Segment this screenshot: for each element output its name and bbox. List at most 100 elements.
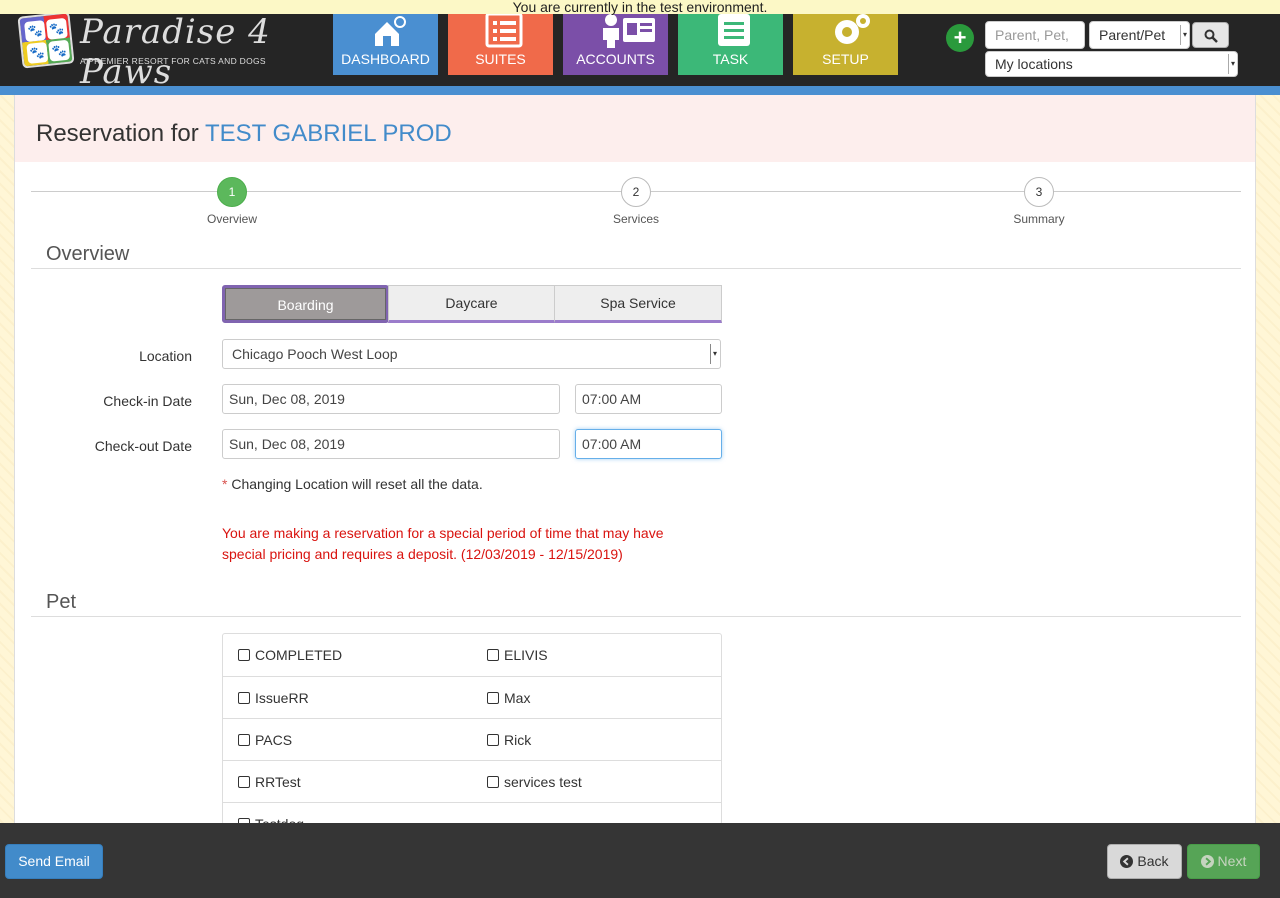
pet-name: COMPLETED	[255, 647, 343, 663]
nav-setup-label: SETUP	[822, 51, 869, 67]
nav-task-button[interactable]: TASK	[678, 14, 783, 75]
checkbox-icon	[238, 734, 250, 746]
locations-select[interactable]: My locations ▾	[985, 51, 1238, 77]
step-1-label: Overview	[206, 212, 257, 226]
pet-checkbox[interactable]: COMPLETED	[238, 647, 342, 663]
reservation-panel: Reservation for TEST GABRIEL PROD 1 Over…	[14, 95, 1256, 825]
pet-row: IssueRR Max	[223, 676, 721, 718]
nav-accounts-button[interactable]: ACCOUNTS	[563, 14, 668, 75]
locations-value: My locations	[995, 56, 1073, 72]
nav-setup-button[interactable]: SETUP	[793, 14, 898, 75]
pet-checkbox[interactable]: RRTest	[238, 774, 301, 790]
checkin-time-input[interactable]: 07:00 AM	[575, 384, 722, 414]
search-type-select[interactable]: Parent/Pet ▾	[1089, 21, 1190, 49]
location-label: Location	[139, 348, 192, 364]
search-type-value: Parent/Pet	[1099, 27, 1166, 43]
special-period-warning: You are making a reservation for a speci…	[222, 525, 664, 562]
nav-suites-button[interactable]: SUITES	[448, 12, 553, 75]
chevron-down-icon: ▾	[710, 344, 719, 364]
action-footer: Send Email Back Next	[0, 823, 1280, 898]
customer-name-link[interactable]: TEST GABRIEL PROD	[205, 120, 452, 147]
chevron-down-icon: ▾	[1180, 25, 1189, 45]
house-tag-icon	[369, 14, 406, 48]
pet-heading: Pet	[46, 591, 77, 613]
pet-name: PACS	[255, 732, 293, 748]
clipboard-icon	[714, 14, 750, 48]
location-value: Chicago Pooch West Loop	[232, 346, 398, 362]
page-header: Reservation for TEST GABRIEL PROD	[15, 95, 1255, 162]
overview-divider	[31, 268, 1241, 269]
checkbox-icon	[487, 776, 499, 788]
nav-dashboard-label: DASHBOARD	[341, 51, 430, 67]
pet-name: services test	[504, 774, 582, 790]
add-plus-icon[interactable]: +	[946, 24, 974, 52]
brand-tagline: A PREMIER RESORT FOR CATS AND DOGS	[80, 56, 266, 66]
nav-task-label: TASK	[712, 51, 749, 67]
checkbox-icon	[238, 776, 250, 788]
step-3-label: Summary	[1013, 212, 1065, 226]
required-star: *	[222, 476, 228, 492]
pet-checkbox[interactable]: PACS	[238, 732, 292, 748]
next-button[interactable]: Next	[1187, 844, 1260, 879]
checkbox-icon	[238, 692, 250, 704]
pet-checkbox[interactable]: Rick	[487, 732, 531, 748]
arrow-left-circle-icon	[1120, 855, 1134, 868]
nav-dashboard-button[interactable]: DASHBOARD	[333, 14, 438, 75]
back-label: Back	[1137, 853, 1169, 869]
tab-boarding[interactable]: Boarding	[222, 285, 389, 323]
pet-name: Rick	[504, 732, 532, 748]
arrow-right-circle-icon	[1200, 855, 1214, 868]
header-accent-strip	[0, 86, 1280, 95]
tab-daycare[interactable]: Daycare	[388, 285, 555, 323]
checkout-date-input[interactable]: Sun, Dec 08, 2019	[222, 429, 560, 459]
chevron-down-icon: ▾	[1228, 54, 1237, 74]
next-label: Next	[1217, 853, 1247, 869]
pet-checkbox[interactable]: Max	[487, 690, 530, 706]
overview-heading: Overview	[46, 243, 130, 265]
search-input[interactable]: Parent, Pet, E	[985, 21, 1085, 69]
location-reset-note: * Changing Location will reset all the d…	[222, 476, 483, 492]
checkin-date-input[interactable]: Sun, Dec 08, 2019	[222, 384, 560, 414]
step-3-circle[interactable]: 3	[1024, 177, 1054, 207]
pet-row: RRTest services test	[223, 760, 721, 802]
checkin-label: Check-in Date	[103, 393, 192, 409]
gears-icon	[829, 14, 870, 48]
location-reset-text: Changing Location will reset all the dat…	[231, 476, 483, 492]
checkbox-icon	[487, 649, 499, 661]
pet-name: Max	[504, 690, 531, 706]
send-email-button[interactable]: Send Email	[5, 844, 103, 879]
page-title: Reservation for TEST GABRIEL PROD	[36, 120, 452, 148]
step-2-label: Services	[612, 212, 659, 226]
search-button[interactable]	[1192, 22, 1229, 48]
brand-name: Paradise 4 Paws	[80, 12, 271, 92]
pet-name: RRTest	[255, 774, 301, 790]
pet-row: Testdog	[223, 802, 721, 824]
nav-suites-label: SUITES	[475, 51, 526, 67]
pet-row: PACS Rick	[223, 718, 721, 760]
pet-checkbox[interactable]: ELIVIS	[487, 647, 548, 663]
list-icon	[484, 12, 522, 48]
tab-spa-service[interactable]: Spa Service	[554, 285, 722, 323]
pet-checkbox[interactable]: IssueRR	[238, 690, 309, 706]
checkout-label: Check-out Date	[94, 438, 192, 454]
step-2-circle[interactable]: 2	[621, 177, 651, 207]
checkbox-icon	[487, 734, 499, 746]
back-button[interactable]: Back	[1107, 844, 1182, 879]
brand-logo[interactable]: 🐾 🐾 🐾 🐾 Paradise 4 Paws A PREMIER RESORT F…	[17, 11, 300, 92]
step-1-circle[interactable]: 1	[217, 177, 247, 207]
checkout-time-input[interactable]: 07:00 AM	[575, 429, 722, 459]
checkbox-icon	[487, 692, 499, 704]
id-card-icon	[599, 14, 655, 48]
nav-accounts-label: ACCOUNTS	[576, 51, 655, 67]
pet-checkbox[interactable]: services test	[487, 774, 582, 790]
pet-row: COMPLETED ELIVIS	[223, 634, 721, 676]
page-title-prefix: Reservation for	[36, 120, 199, 147]
paw-logo-icon: 🐾 🐾 🐾 🐾	[17, 11, 75, 69]
pet-name: IssueRR	[255, 690, 309, 706]
checkbox-icon	[238, 649, 250, 661]
test-environment-notice: You are currently in the test environmen…	[0, 0, 1280, 14]
pet-name: ELIVIS	[504, 647, 548, 663]
location-select[interactable]: Chicago Pooch West Loop ▾	[222, 339, 721, 369]
pet-divider	[31, 616, 1241, 617]
search-icon	[1204, 29, 1218, 44]
